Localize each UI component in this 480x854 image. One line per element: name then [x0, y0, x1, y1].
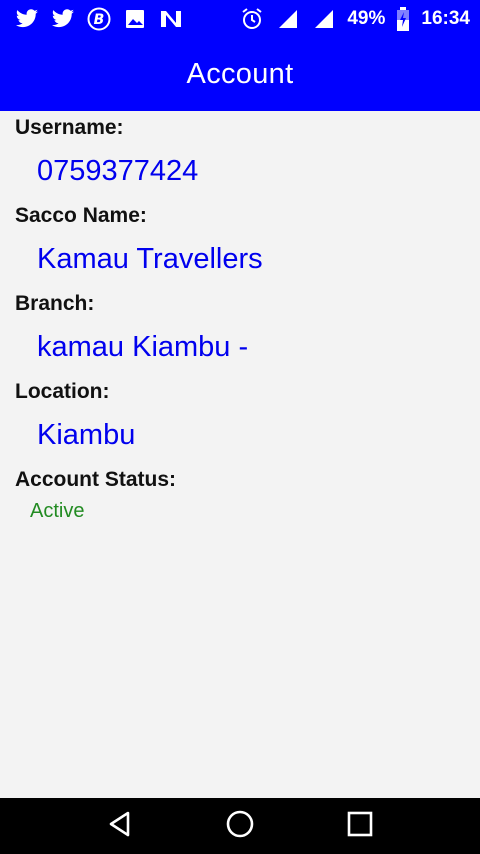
- location-value: Kiambu: [37, 419, 136, 451]
- alarm-icon: [239, 7, 265, 31]
- sacco-name-label: Sacco Name:: [15, 204, 147, 227]
- signal-icon: [311, 7, 337, 31]
- bitcoin-icon: B: [86, 7, 112, 31]
- branch-label: Branch:: [15, 292, 95, 315]
- app-bar: Account: [0, 38, 480, 111]
- battery-charging-icon: [395, 7, 411, 31]
- username-label: Username:: [15, 116, 124, 139]
- page-title: Account: [186, 58, 294, 90]
- battery-percentage: 49%: [347, 8, 386, 29]
- location-label: Location:: [15, 380, 110, 403]
- username-value: 0759377424: [37, 155, 199, 187]
- signal-icon: [275, 7, 301, 31]
- branch-value: kamau Kiambu -: [37, 331, 249, 363]
- sacco-name-value: Kamau Travellers: [37, 243, 263, 275]
- status-bar: B 49% 16:34: [0, 0, 480, 38]
- back-button[interactable]: [100, 806, 140, 846]
- recents-icon: [347, 811, 373, 842]
- account-status-value: Active: [30, 500, 85, 522]
- home-button[interactable]: [220, 806, 260, 846]
- image-icon: [122, 7, 148, 31]
- recents-button[interactable]: [340, 806, 380, 846]
- n-app-icon: [158, 7, 184, 31]
- clock: 16:34: [421, 8, 470, 29]
- notification-icons: B: [14, 7, 184, 31]
- twitter-icon: [14, 7, 40, 31]
- back-icon: [106, 810, 134, 843]
- account-status-label: Account Status:: [15, 468, 177, 491]
- navigation-bar: [0, 798, 480, 854]
- home-icon: [225, 809, 255, 844]
- system-status: 49% 16:34: [239, 7, 470, 31]
- twitter-icon: [50, 7, 76, 31]
- svg-text:B: B: [94, 12, 105, 28]
